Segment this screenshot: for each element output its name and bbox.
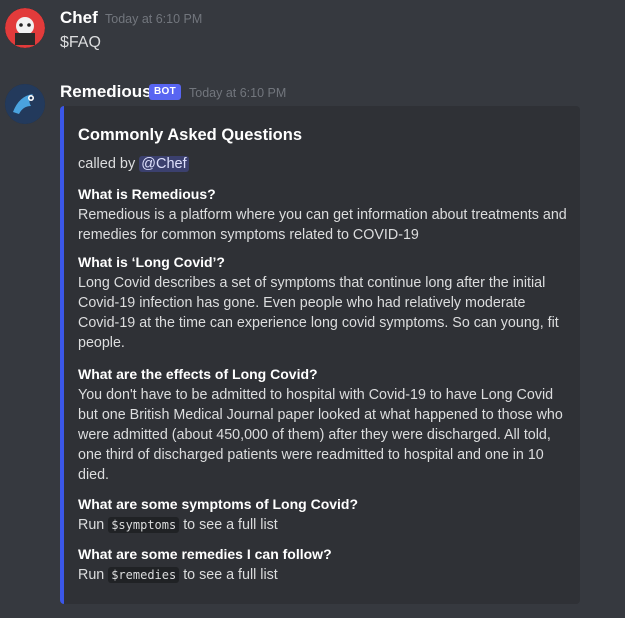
user-mention[interactable]: @Chef	[139, 156, 189, 172]
field-name: What are some symptoms of Long Covid?	[78, 496, 359, 512]
faq-embed: Commonly Asked Questions called by @Chef…	[60, 106, 580, 604]
remedious-bot-avatar-icon[interactable]	[5, 84, 45, 124]
message-content: $FAQ	[60, 34, 101, 51]
field-value: You don't have to be admitted to hospita…	[78, 387, 563, 483]
field-value: Run $remedies to see a full list	[78, 565, 568, 585]
field-value-prefix: Run	[78, 517, 109, 533]
command-code: $symptoms	[108, 517, 180, 533]
field-name: What are some remedies I can follow?	[78, 546, 332, 562]
bot-badge: BOT	[149, 84, 182, 100]
field-value-suffix: to see a full list	[179, 517, 278, 533]
called-by-line: called by @Chef	[78, 156, 189, 172]
message-timestamp: Today at 6:10 PM	[189, 86, 287, 100]
field-value: Remedious is a platform where you can ge…	[78, 207, 567, 243]
faq-field: What are some symptoms of Long Covid? Ru…	[78, 494, 568, 535]
author-name[interactable]: Chef	[60, 8, 98, 28]
field-name: What is Remedious?	[78, 186, 216, 202]
author-name[interactable]: Remedious	[60, 82, 152, 102]
field-name: What are the effects of Long Covid?	[78, 366, 318, 382]
message-chef: Chef Today at 6:10 PM $FAQ	[0, 0, 625, 70]
faq-field: What is Remedious? Remedious is a platfo…	[78, 184, 568, 245]
message-timestamp: Today at 6:10 PM	[105, 12, 203, 26]
called-by-label: called by	[78, 156, 140, 172]
field-value: Run $symptoms to see a full list	[78, 515, 568, 535]
field-value-prefix: Run	[78, 567, 109, 583]
field-value: Long Covid describes a set of symptoms t…	[78, 275, 559, 351]
faq-field: What is ‘Long Covid’? Long Covid describ…	[78, 252, 568, 353]
field-name: What is ‘Long Covid’?	[78, 254, 225, 270]
faq-field: What are some remedies I can follow? Run…	[78, 544, 568, 585]
command-code: $remedies	[108, 567, 180, 583]
field-value-suffix: to see a full list	[179, 567, 278, 583]
faq-field: What are the effects of Long Covid? You …	[78, 364, 568, 485]
chef-avatar-icon[interactable]	[5, 8, 45, 48]
embed-title: Commonly Asked Questions	[78, 126, 303, 144]
